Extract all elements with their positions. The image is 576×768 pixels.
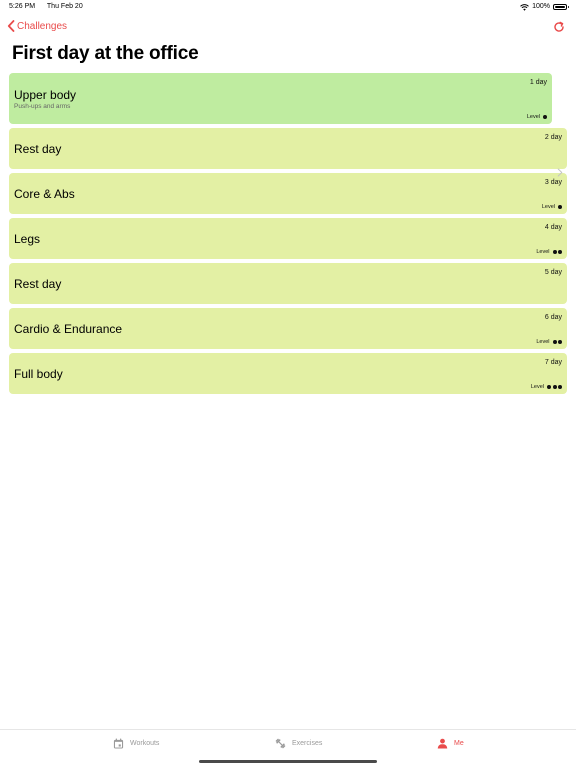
difficulty-level: Level [536,249,562,255]
level-dot [552,340,557,344]
day-row[interactable]: Cardio & Endurance 6 day Level [9,308,567,349]
battery-icon [553,4,569,10]
person-icon [437,738,448,749]
navigation-bar: Challenges [0,18,576,38]
day-row[interactable]: Full body 7 day Level [9,353,567,394]
day-number: 1 day [529,79,547,86]
day-name: Cardio & Endurance [14,322,123,336]
tab-exercises-label: Exercises [292,740,323,747]
day-row[interactable]: Upper body Push-ups and arms 1 day Level [9,73,552,124]
status-date: Thu Feb 20 [46,3,83,10]
difficulty-level: Level [527,114,547,120]
day-row[interactable]: Legs 4 day Level [9,218,567,259]
day-number: 2 day [544,134,562,141]
level-label: Level [536,249,550,255]
day-name: Legs [14,232,41,246]
wifi-icon [520,3,529,11]
level-dot [558,250,562,254]
back-button[interactable]: Challenges [7,20,67,32]
day-name: Rest day [14,277,62,291]
level-dot [552,250,557,254]
tab-me[interactable]: Me [437,738,464,749]
refresh-icon[interactable] [553,21,565,33]
level-dots [543,115,547,119]
difficulty-level: Level [536,339,562,345]
chevron-right-icon [557,168,563,177]
tab-me-label: Me [454,740,464,747]
day-name: Upper body [14,88,77,102]
day-name: Rest day [14,142,62,156]
level-dot [558,205,562,209]
status-right: 100% [520,0,569,14]
chevron-left-icon [7,20,15,32]
level-dots [558,205,562,209]
level-label: Level [530,384,544,390]
back-button-label: Challenges [17,20,68,32]
day-list: Upper body Push-ups and arms 1 day Level… [9,73,567,398]
dumbbell-icon [275,738,286,749]
day-number: 3 day [544,179,562,186]
level-label: Level [541,204,555,210]
level-dot [558,340,562,344]
day-row[interactable]: Rest day 2 day [9,128,567,169]
level-label: Level [526,114,540,120]
tab-workouts[interactable]: Workouts [113,738,159,749]
day-number: 6 day [544,314,562,321]
level-dots [552,250,562,254]
day-name: Full body [14,367,63,381]
status-time: 5:26 PM [9,3,36,10]
home-indicator [199,760,377,763]
tab-workouts-label: Workouts [130,740,160,747]
level-dot [547,385,551,389]
level-dot [543,115,547,119]
day-row[interactable]: Rest day 5 day [9,263,567,304]
status-bar: 5:26 PM Thu Feb 20 100% [0,0,576,14]
tab-bar: Workouts Exercises Me [0,729,576,768]
tab-exercises[interactable]: Exercises [275,738,322,749]
level-dots [547,385,562,389]
level-dots [552,340,562,344]
level-label: Level [536,339,550,345]
status-left: 5:26 PM Thu Feb 20 [9,0,93,14]
day-number: 5 day [544,269,562,276]
day-row[interactable]: Core & Abs 3 day Level [9,173,567,214]
day-name: Core & Abs [14,187,75,201]
difficulty-level: Level [542,204,562,210]
difficulty-level: Level [531,384,562,390]
battery-percent: 100% [532,3,550,10]
day-number: 7 day [544,359,562,366]
day-subtitle: Push-ups and arms [14,103,71,110]
calendar-icon [113,738,124,749]
level-dot [552,385,557,389]
day-number: 4 day [544,224,562,231]
page-title: First day at the office [12,43,199,64]
level-dot [558,385,562,389]
